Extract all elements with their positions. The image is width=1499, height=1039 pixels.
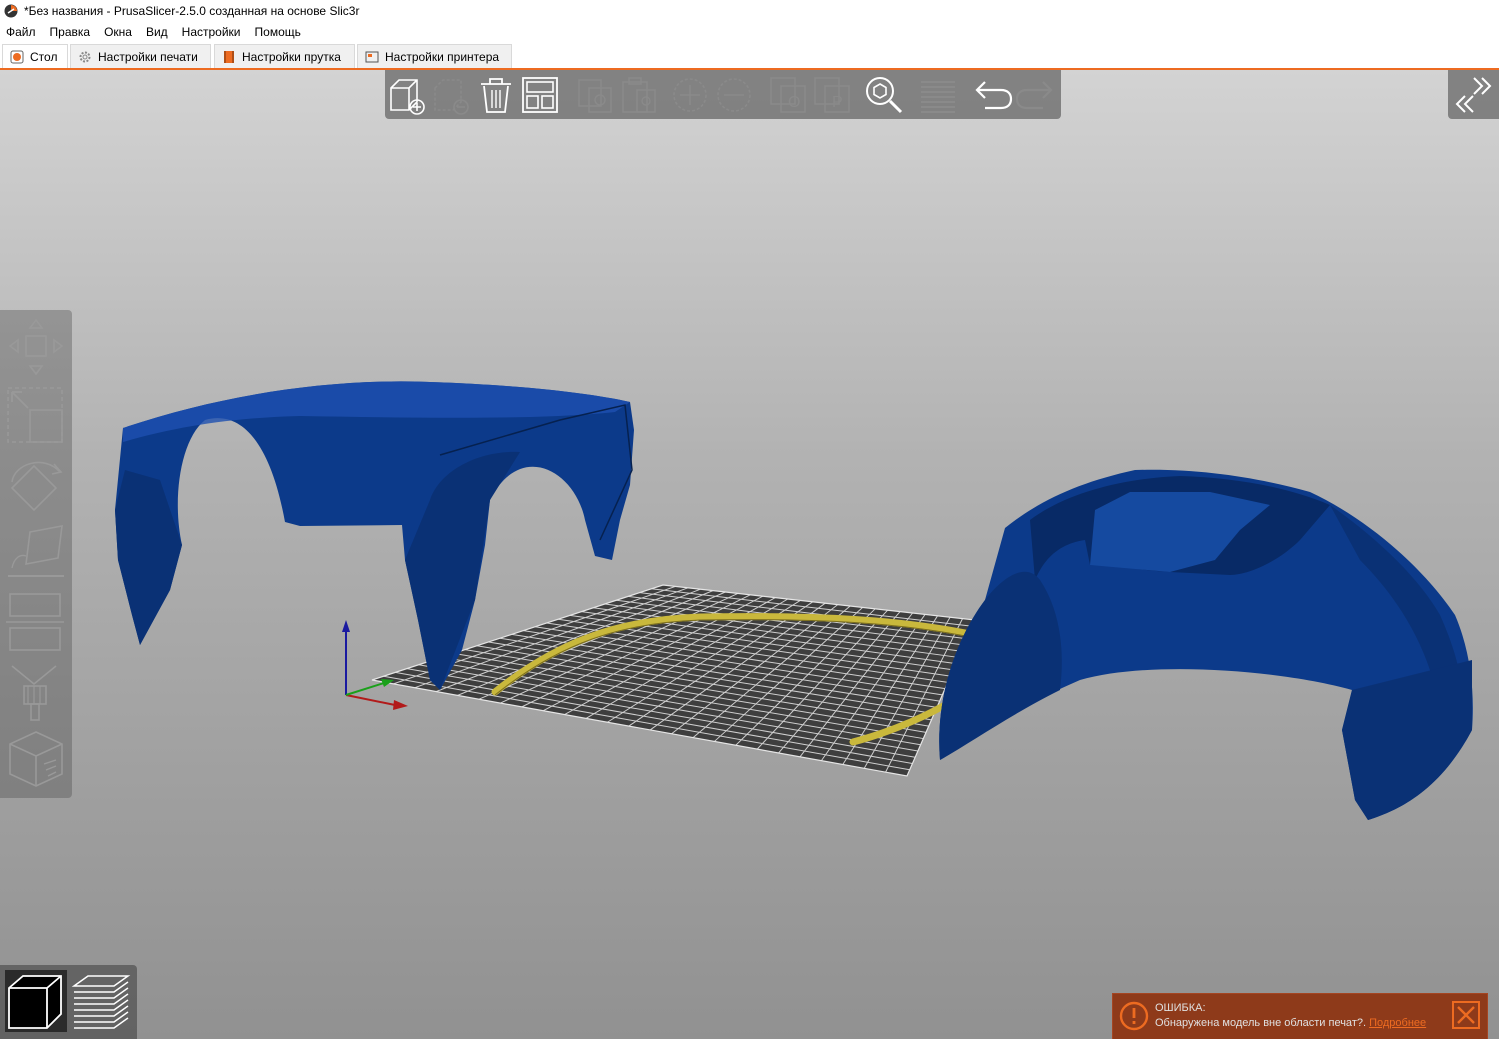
plater-icon [10,50,24,63]
notification-close-button[interactable] [1452,1001,1480,1029]
notification-title: ОШИБКА: [1155,1002,1206,1014]
notification-message-row: Обнаружена модель вне области печат?. По… [1155,1017,1426,1029]
remove-object-icon [434,79,469,115]
prusaslicer-logo-icon [4,4,18,18]
paste-button[interactable] [619,74,661,116]
cut-icon [6,593,64,651]
3d-view-button[interactable] [5,970,67,1032]
tab-printer-settings[interactable]: Настройки принтера [357,44,512,68]
3d-scene [115,381,1473,820]
menu-help[interactable]: Помощь [248,25,308,39]
add-object-icon [390,79,425,115]
error-notification: ОШИБКА: Обнаружена модель вне области пе… [1113,994,1487,1039]
place-on-face-tool-button[interactable] [4,522,68,584]
layers-preview-icon [71,975,131,1029]
paint-supports-tool-button[interactable] [4,662,68,724]
move-icon [8,318,64,376]
notification-message: Обнаружена модель вне области печат?. [1155,1017,1367,1029]
model-right-shell[interactable] [939,469,1473,820]
split-parts-button[interactable]: P [811,74,853,116]
top-toolbar: O P [385,70,1061,119]
rotate-icon [10,461,63,512]
cut-tool-button[interactable] [4,590,68,658]
search-icon [866,77,903,114]
window-title: *Без названия - PrusaSlicer-2.5.0 создан… [24,4,360,18]
menu-settings[interactable]: Настройки [175,25,248,39]
collapse-sidebar-button[interactable] [1448,70,1499,119]
tab-printer-settings-label: Настройки принтера [385,49,500,64]
warning-icon [1119,1001,1149,1031]
scale-tool-button[interactable] [4,384,68,446]
cube-view-icon [8,975,62,1029]
svg-text:O: O [788,94,800,111]
split-parts-icon: P [814,77,850,113]
add-instance-icon [673,78,707,112]
paste-icon [622,77,656,113]
remove-instance-button[interactable] [713,74,755,116]
menu-bar: Файл Правка Окна Вид Настройки Помощь [0,22,1499,42]
tab-plater[interactable]: Стол [2,44,68,68]
search-button[interactable] [863,74,905,116]
close-icon [1457,1006,1475,1024]
paint-brush-icon [11,665,57,721]
tab-print-settings-label: Настройки печати [98,49,198,64]
seam-painting-tool-button[interactable] [4,728,68,792]
printer-icon [365,51,379,62]
layers-editing-button[interactable] [917,74,959,116]
menu-view[interactable]: Вид [139,25,175,39]
split-objects-button[interactable]: O [767,74,809,116]
cube-seam-icon [9,731,63,787]
rotate-tool-button[interactable] [4,452,68,518]
undo-button[interactable] [971,74,1013,116]
add-button[interactable] [387,74,429,116]
axes-gizmo [342,620,408,710]
remove-instance-icon [717,78,751,112]
cog-icon [79,51,91,62]
copy-icon [578,79,612,113]
menu-windows[interactable]: Окна [97,25,139,39]
redo-button[interactable] [1015,74,1057,116]
tab-plater-label: Стол [30,49,58,64]
trash-icon [481,78,511,113]
undo-icon [975,81,1013,110]
spool-icon [224,50,234,63]
redo-icon [1015,81,1053,110]
tab-bar: Стол Настройки печати Настройки прутка Н… [0,42,1499,70]
delete-button[interactable] [431,74,473,116]
move-tool-button[interactable] [4,316,68,378]
notification-more-link[interactable]: Подробнее [1369,1017,1426,1029]
place-on-face-icon [8,525,64,577]
view-switch [0,965,137,1039]
copy-button[interactable] [575,74,617,116]
layers-editing-icon [921,81,955,113]
tab-print-settings[interactable]: Настройки печати [70,44,211,68]
split-objects-icon: O [770,77,806,113]
menu-edit[interactable]: Правка [43,25,98,39]
left-gizmo-toolbar [0,310,72,798]
double-chevron-icon [1455,77,1492,113]
arrange-button[interactable] [519,74,561,116]
delete-all-button[interactable] [475,74,517,116]
scale-icon [7,387,63,443]
menu-file[interactable]: Файл [0,25,43,39]
preview-button[interactable] [70,970,132,1032]
title-bar: *Без названия - PrusaSlicer-2.5.0 создан… [0,0,1499,22]
3d-viewport[interactable]: O P ОШИБКА: Обнаружена модель вне област… [0,70,1499,1039]
add-instance-button[interactable] [669,74,711,116]
tab-filament-settings[interactable]: Настройки прутка [214,44,355,68]
svg-text:P: P [832,94,843,111]
arrange-icon [522,77,558,113]
tab-filament-settings-label: Настройки прутка [242,49,341,64]
